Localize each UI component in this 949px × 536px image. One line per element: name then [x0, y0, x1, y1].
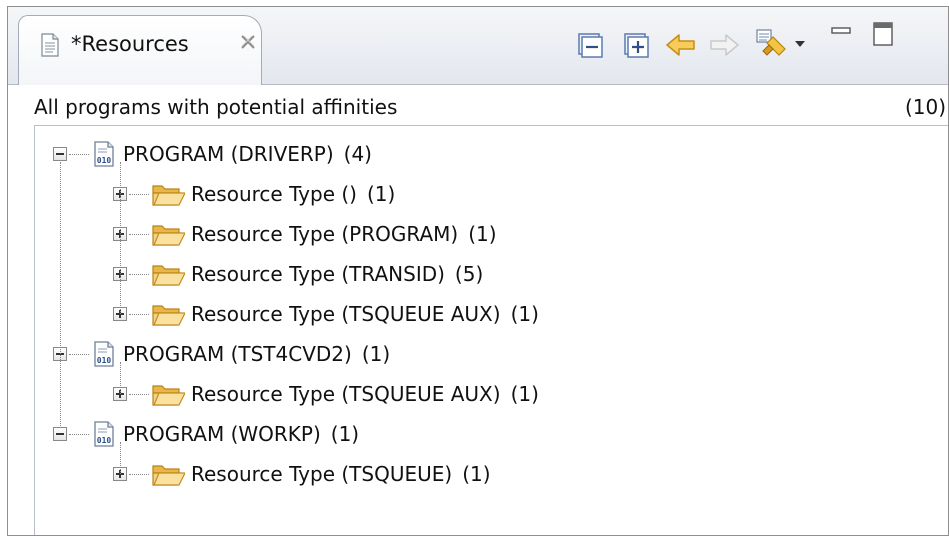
total-count: (10) [904, 95, 946, 119]
tree-resource-type-node[interactable]: Resource Type (TRANSID) (5) [113, 254, 483, 294]
tree-connector [69, 353, 89, 355]
resources-view: *Resources All programs with potential a… [7, 6, 949, 536]
program-label: PROGRAM (TST4CVD2) [123, 342, 352, 366]
tree-connector [129, 233, 149, 235]
resource-type-count: (1) [468, 222, 497, 246]
folder-open-icon [152, 185, 185, 206]
tree-program-node[interactable]: 010 PROGRAM (WORKP) (1) [53, 414, 359, 454]
tree-connector [129, 273, 149, 275]
folder-open-icon [152, 465, 185, 486]
document-icon [41, 33, 59, 57]
program-file-icon: 010 [94, 341, 114, 367]
collapse-toggle-icon[interactable] [53, 427, 67, 441]
tree-connector [120, 442, 121, 474]
tree-resource-type-node[interactable]: Resource Type (TSQUEUE AUX) (1) [113, 294, 539, 334]
svg-text:010: 010 [97, 356, 112, 365]
tree-resource-type-node[interactable]: Resource Type (TSQUEUE) (1) [113, 454, 491, 494]
resource-type-label: Resource Type (PROGRAM) [191, 222, 459, 246]
filter-icon[interactable] [754, 27, 788, 61]
folder-open-icon [152, 385, 185, 406]
resource-type-count: (5) [454, 262, 484, 286]
tree-connector [69, 153, 89, 155]
folder-open-icon [152, 265, 185, 286]
folder-open-icon [152, 225, 185, 246]
program-count: (1) [330, 422, 360, 446]
tree-connector [60, 162, 61, 426]
resources-tab[interactable]: *Resources [18, 15, 262, 85]
resource-type-label: Resource Type (TSQUEUE) [191, 462, 453, 486]
collapse-toggle-icon[interactable] [53, 147, 67, 161]
folder-open-icon [152, 305, 185, 326]
view-description: All programs with potential affinities [34, 95, 398, 119]
program-file-icon: 010 [94, 421, 114, 447]
svg-text:010: 010 [97, 436, 112, 445]
tree-program-node[interactable]: 010 PROGRAM (TST4CVD2) (1) [53, 334, 390, 374]
resource-tree: 010 PROGRAM (DRIVERP) (4) Resource Type () (… [34, 125, 948, 535]
tree-connector [69, 433, 89, 435]
resource-type-label: Resource Type () [191, 182, 357, 206]
tree-connector [129, 473, 149, 475]
program-label: PROGRAM (WORKP) [123, 422, 321, 446]
resource-type-label: Resource Type (TSQUEUE AUX) [191, 302, 501, 326]
tree-connector [129, 313, 149, 315]
forward-arrow-icon[interactable] [708, 31, 740, 59]
tree-connector [120, 162, 121, 314]
tree-resource-type-node[interactable]: Resource Type () (1) [113, 174, 395, 214]
view-menu-chevron-down-icon[interactable] [793, 37, 807, 51]
collapse-all-icon[interactable] [576, 31, 604, 59]
maximize-icon[interactable] [872, 21, 894, 47]
view-tab-bar: *Resources [8, 7, 948, 85]
resource-type-count: (1) [510, 382, 539, 406]
resource-type-label: Resource Type (TSQUEUE AUX) [191, 382, 501, 406]
tree-connector [129, 193, 149, 195]
minimize-icon[interactable] [830, 23, 852, 41]
tree-connector [120, 362, 121, 394]
tree-resource-type-node[interactable]: Resource Type (TSQUEUE AUX) (1) [113, 374, 539, 414]
svg-text:010: 010 [97, 156, 112, 165]
back-arrow-icon[interactable] [665, 31, 697, 59]
resource-type-count: (1) [510, 302, 539, 326]
tree-connector [129, 393, 149, 395]
program-count: (4) [343, 142, 372, 166]
program-count: (1) [361, 342, 391, 366]
program-file-icon: 010 [94, 141, 114, 167]
resource-type-count: (1) [462, 462, 491, 486]
tab-title: *Resources [71, 32, 189, 56]
resource-type-count: (1) [366, 182, 396, 206]
program-label: PROGRAM (DRIVERP) [123, 142, 334, 166]
expand-all-icon[interactable] [622, 31, 650, 59]
tree-resource-type-node[interactable]: Resource Type (PROGRAM) (1) [113, 214, 497, 254]
tree-program-node[interactable]: 010 PROGRAM (DRIVERP) (4) [53, 134, 372, 174]
close-icon[interactable] [236, 30, 260, 54]
resource-type-label: Resource Type (TRANSID) [191, 262, 445, 286]
